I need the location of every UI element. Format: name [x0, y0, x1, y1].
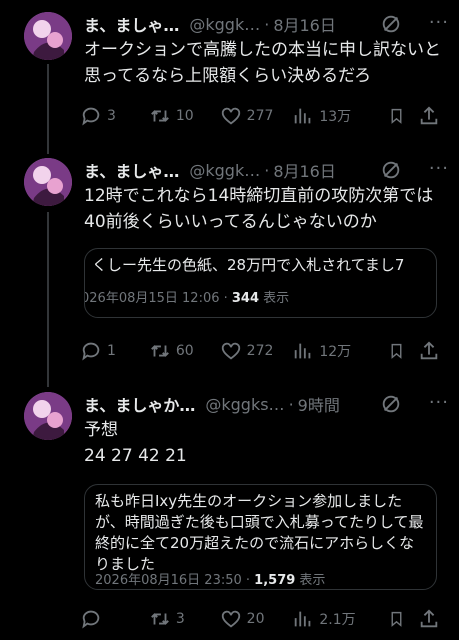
- action-bar: 1 60 272 12万: [80, 338, 445, 364]
- avatar[interactable]: [24, 392, 72, 440]
- avatar[interactable]: [24, 158, 72, 206]
- views-button[interactable]: 12万: [292, 340, 388, 362]
- avatar[interactable]: [24, 12, 72, 60]
- repost-count: 3: [175, 611, 185, 627]
- view-count: 13万: [319, 109, 352, 125]
- bookmark-button[interactable]: [388, 340, 410, 362]
- like-count: 20: [246, 611, 265, 627]
- like-button[interactable]: 20: [220, 608, 293, 630]
- quoted-post[interactable]: くしー先生の色紙、28万円で入札されてまし7 026年08月15日 12:06 …: [84, 248, 437, 318]
- bookmark-icon: [391, 343, 402, 359]
- share-icon: [420, 341, 438, 360]
- views-icon: [295, 611, 311, 627]
- views-button[interactable]: 2.1万: [292, 608, 388, 630]
- quoted-date: 2026年08月16日 23:50 ·: [95, 573, 255, 588]
- quoted-meta: 026年08月15日 12:06 · 344 表示: [84, 287, 290, 306]
- quoted-view-label: 表示: [295, 573, 326, 588]
- grok-icon[interactable]: [380, 393, 402, 415]
- views-icon: [295, 343, 311, 359]
- share-icon: [420, 106, 438, 125]
- like-button[interactable]: 277: [220, 105, 293, 127]
- more-icon[interactable]: ···: [429, 158, 449, 180]
- display-name[interactable]: ま、ましゃ…: [84, 158, 179, 182]
- repost-button[interactable]: 60: [149, 340, 220, 362]
- like-count: 277: [246, 108, 274, 124]
- repost-icon: [150, 110, 169, 122]
- repost-count: 10: [175, 108, 194, 124]
- post-text: オークションで高騰したの本当に申し訳ないと思ってるなら上限額くらい決めるだろ: [84, 40, 441, 86]
- separator-dot: ·: [264, 14, 270, 34]
- timestamp[interactable]: 8月16日: [273, 12, 336, 36]
- grok-icon[interactable]: [380, 13, 402, 35]
- view-count: 12万: [319, 344, 352, 360]
- bookmark-icon: [391, 611, 402, 627]
- share-button[interactable]: [418, 340, 445, 362]
- post-3[interactable]: ま、ましゃか… @kggks… · 9時間 ··· 予想 24 27 42 21…: [0, 380, 459, 640]
- user-handle[interactable]: @kggks…: [205, 395, 284, 414]
- reply-button[interactable]: [80, 608, 149, 630]
- reply-button[interactable]: 3: [80, 105, 149, 127]
- like-icon: [221, 610, 240, 628]
- repost-button[interactable]: 10: [149, 105, 220, 127]
- share-icon: [420, 609, 438, 628]
- reply-count: 1: [107, 343, 116, 359]
- user-handle[interactable]: @kggk…: [189, 161, 260, 180]
- view-count: 2.1万: [319, 612, 356, 628]
- repost-button[interactable]: 3: [149, 608, 220, 630]
- views-icon: [295, 108, 311, 124]
- display-name[interactable]: ま、ましゃ…: [84, 12, 179, 36]
- views-button[interactable]: 13万: [292, 105, 388, 127]
- like-icon: [221, 342, 240, 360]
- reply-icon: [82, 342, 100, 361]
- more-icon[interactable]: ···: [429, 392, 449, 414]
- share-button[interactable]: [418, 105, 445, 127]
- more-icon[interactable]: ···: [429, 12, 449, 34]
- action-bar: 3 20 2.1万: [80, 606, 445, 632]
- action-bar: 3 10 277 13万: [80, 103, 445, 129]
- post-text: 予想 24 27 42 21: [84, 420, 187, 466]
- reply-icon: [82, 610, 100, 629]
- separator-dot: ·: [288, 394, 294, 414]
- reply-button[interactable]: 1: [80, 340, 149, 362]
- repost-count: 60: [175, 343, 194, 359]
- quoted-view-count: 1,579: [254, 573, 296, 588]
- quoted-view-count: 344: [231, 291, 260, 306]
- reply-icon: [82, 107, 100, 126]
- quoted-text: 私も昨日Ixy先生のオークション参加しましたが、時間過ぎた後も口頭で入札募ってた…: [95, 492, 424, 573]
- repost-icon: [150, 345, 169, 357]
- user-handle[interactable]: @kggk…: [189, 15, 260, 34]
- repost-icon: [150, 613, 169, 625]
- quoted-post[interactable]: 私も昨日Ixy先生のオークション参加しましたが、時間過ぎた後も口頭で入札募ってた…: [84, 484, 437, 590]
- post-2[interactable]: ま、ましゃ… @kggk… · 8月16日 ··· 12時でこれなら14時締切直…: [0, 150, 459, 380]
- timestamp[interactable]: 8月16日: [273, 158, 336, 182]
- bookmark-icon: [391, 108, 402, 124]
- post-1[interactable]: ま、ましゃ… @kggk… · 8月16日 ··· オークションで高騰したの本当…: [0, 0, 459, 150]
- grok-icon[interactable]: [380, 159, 402, 181]
- quoted-date: 026年08月15日 12:06 ·: [84, 291, 232, 306]
- reply-count: 3: [107, 108, 116, 124]
- like-count: 272: [246, 343, 274, 359]
- post-text: 12時でこれなら14時締切直前の攻防次第では40前後くらいいってるんじゃないのか: [84, 186, 434, 232]
- bookmark-button[interactable]: [388, 608, 410, 630]
- share-button[interactable]: [418, 608, 445, 630]
- quoted-meta: 2026年08月16日 23:50 · 1,579 表示: [95, 569, 325, 588]
- quoted-view-label: 表示: [259, 291, 290, 306]
- timestamp[interactable]: 9時間: [298, 392, 340, 416]
- bookmark-button[interactable]: [388, 105, 410, 127]
- display-name[interactable]: ま、ましゃか…: [84, 392, 195, 416]
- like-icon: [221, 107, 240, 125]
- separator-dot: ·: [264, 160, 270, 180]
- like-button[interactable]: 272: [220, 340, 293, 362]
- quoted-text: くしー先生の色紙、28万円で入札されてまし7: [92, 256, 405, 274]
